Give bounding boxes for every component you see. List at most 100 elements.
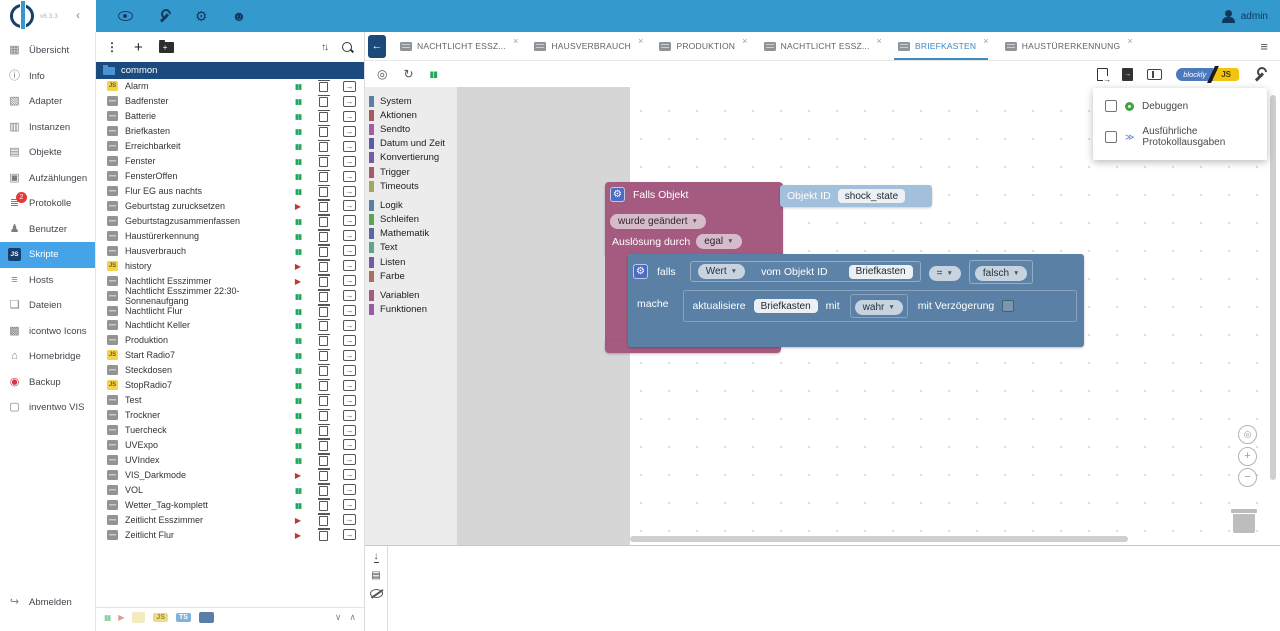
export-script-icon[interactable] (343, 215, 356, 227)
script-run-pause-icon[interactable] (292, 335, 304, 345)
script-row[interactable]: Test (96, 393, 364, 408)
mutator-gear-icon[interactable] (610, 187, 625, 202)
export-script-icon[interactable] (343, 125, 356, 137)
script-tab[interactable]: HAUSTÜRERKENNUNG × (998, 32, 1142, 60)
center-view-icon[interactable]: ◎ (377, 67, 387, 81)
export-script-icon[interactable] (343, 80, 356, 92)
script-row[interactable]: history (96, 258, 364, 273)
delete-script-icon[interactable] (317, 438, 330, 451)
sidebar-item[interactable]: ◉ Backup (0, 370, 95, 396)
script-row[interactable]: Nachtlicht Esszimmer 22:30-Sonnenaufgang (96, 286, 364, 306)
script-run-pause-icon[interactable] (292, 81, 304, 91)
script-run-pause-icon[interactable] (292, 126, 304, 136)
block-aktualisiere[interactable]: aktualisiere Briefkasten mit wahr ▼ mit V… (682, 290, 1077, 322)
script-run-pause-icon[interactable] (292, 156, 304, 166)
script-row[interactable]: Alarm (96, 79, 364, 94)
toolbox-category[interactable]: Timeouts (365, 179, 457, 193)
export-script-icon[interactable] (343, 379, 356, 391)
export-script-icon[interactable] (343, 499, 356, 511)
delete-script-icon[interactable] (317, 363, 330, 377)
script-tab[interactable]: PRODUKTION × (652, 32, 756, 60)
export-script-icon[interactable] (343, 275, 356, 287)
expert-mode-icon[interactable]: ☻ (232, 9, 247, 23)
delete-script-icon[interactable] (317, 393, 330, 407)
delete-script-icon[interactable] (317, 169, 330, 183)
script-row[interactable]: Flur EG aus nachts (96, 184, 364, 199)
toolbox-category[interactable]: System (365, 94, 457, 108)
close-tab-icon[interactable]: × (1127, 36, 1132, 46)
export-script-icon[interactable] (343, 394, 356, 406)
script-run-pause-icon[interactable] (292, 320, 304, 330)
search-icon[interactable] (341, 41, 354, 54)
script-run-pause-icon[interactable] (292, 350, 304, 360)
wrench-icon[interactable] (157, 9, 171, 23)
block-falls[interactable]: falls Wert▼ vom Objekt ID Briefkasten =▼… (628, 254, 1084, 347)
export-script-icon[interactable] (343, 514, 356, 526)
script-row[interactable]: Geburtstagzusammenfassen (96, 213, 364, 228)
script-row[interactable]: StopRadio7 (96, 378, 364, 393)
script-run-pause-icon[interactable] (292, 485, 304, 495)
condition-oid-field[interactable]: Briefkasten (848, 264, 913, 279)
delete-script-icon[interactable] (317, 109, 330, 123)
import-blocks-icon[interactable] (1122, 67, 1134, 81)
script-row[interactable]: UVExpo (96, 438, 364, 453)
script-row[interactable]: Zeitlicht Esszimmer (96, 512, 364, 527)
operator-dropdown[interactable]: = ▼ (928, 265, 961, 281)
toolbox-category[interactable]: Sendto (365, 122, 457, 136)
delete-script-icon[interactable] (317, 333, 330, 347)
script-run-pause-icon[interactable] (292, 500, 304, 510)
export-script-icon[interactable] (343, 230, 356, 242)
script-run-pause-icon[interactable] (292, 261, 304, 271)
script-row[interactable]: FensterOffen (96, 169, 364, 184)
sidebar-item[interactable]: ▣ Aufzählungen (0, 166, 95, 192)
export-script-icon[interactable] (343, 185, 356, 197)
menu-checkbox[interactable] (1105, 131, 1117, 143)
export-script-icon[interactable] (343, 334, 356, 346)
user-menu[interactable]: admin (1221, 0, 1268, 32)
toolbox-category[interactable]: Aktionen (365, 108, 457, 122)
export-script-icon[interactable] (343, 155, 356, 167)
zoom-in-button[interactable]: + (1238, 447, 1257, 466)
filter-rules-badge[interactable] (198, 611, 214, 623)
vertical-scrollbar[interactable] (1270, 95, 1276, 480)
rhs-dropdown[interactable]: falsch ▼ (974, 265, 1028, 281)
refresh-icon[interactable]: ↻ (403, 67, 413, 81)
delete-script-icon[interactable] (317, 154, 330, 168)
export-script-icon[interactable] (343, 319, 356, 331)
export-script-icon[interactable] (343, 245, 356, 257)
script-row[interactable]: Fenster (96, 154, 364, 169)
script-run-pause-icon[interactable] (292, 306, 304, 316)
script-run-pause-icon[interactable] (292, 231, 304, 241)
delete-script-icon[interactable] (317, 318, 330, 332)
script-row[interactable]: UVIndex (96, 452, 364, 467)
folder-row-common[interactable]: common (96, 62, 364, 79)
script-run-pause-icon[interactable] (292, 186, 304, 196)
eye-icon[interactable] (118, 11, 133, 21)
script-run-pause-icon[interactable] (292, 395, 304, 405)
toolbox-category[interactable]: Variablen (365, 288, 457, 302)
delete-script-icon[interactable] (317, 94, 330, 108)
script-row[interactable]: Wetter_Tag-komplett (96, 497, 364, 512)
delete-script-icon[interactable] (317, 468, 330, 481)
hide-log-icon[interactable] (369, 589, 383, 598)
delete-script-icon[interactable] (317, 453, 330, 466)
zoom-reset-button[interactable]: ◎ (1238, 425, 1257, 444)
export-script-icon[interactable] (343, 110, 356, 122)
settings-menu-item[interactable]: Debuggen (1093, 93, 1267, 119)
script-run-pause-icon[interactable] (292, 380, 304, 390)
script-run-pause-icon[interactable] (292, 141, 304, 151)
export-script-icon[interactable] (343, 95, 356, 107)
if-mutator-gear-icon[interactable] (633, 264, 648, 279)
add-folder-button[interactable] (158, 39, 174, 53)
script-row[interactable]: Start Radio7 (96, 348, 364, 363)
sidebar-item-logout[interactable]: ↪ Abmelden (0, 590, 96, 616)
script-row[interactable]: VOL (96, 482, 364, 497)
delete-script-icon[interactable] (317, 184, 330, 198)
export-script-icon[interactable] (343, 260, 356, 272)
settings-menu-item[interactable]: ≫ Ausführliche Protokollausgaben (1093, 119, 1267, 155)
toolbox-category[interactable]: Schleifen (365, 213, 457, 227)
delete-script-icon[interactable] (317, 408, 330, 422)
script-run-pause-icon[interactable] (292, 455, 304, 465)
update-value-dropdown[interactable]: wahr ▼ (854, 300, 903, 315)
script-row[interactable]: Trockner (96, 408, 364, 423)
